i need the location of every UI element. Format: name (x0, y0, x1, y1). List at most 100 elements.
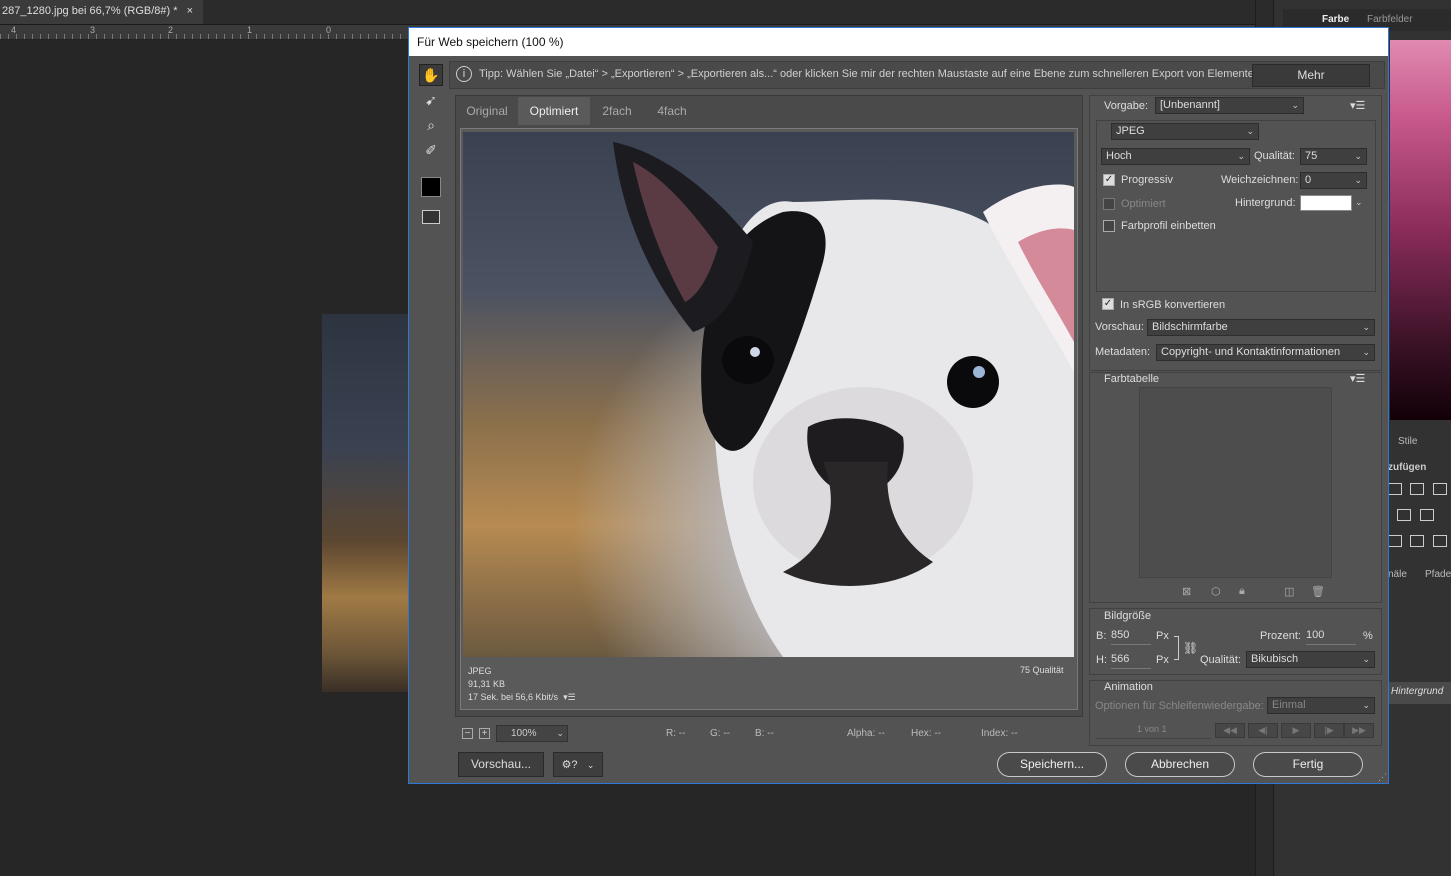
download-speed-menu-icon[interactable]: ▾☰ (561, 692, 576, 702)
gradient-map-adjustment-icon[interactable] (1410, 535, 1424, 547)
hintergrund-color-swatch[interactable] (1300, 195, 1352, 211)
image-info-time: 17 Sek. bei 56,6 Kbit/s ▾☰ (468, 691, 576, 704)
tab-4fach[interactable]: 4fach (645, 97, 699, 125)
levels-adjustment-icon[interactable] (1410, 483, 1424, 495)
width-label: B: (1096, 630, 1107, 642)
new-color-icon[interactable]: ◫ (1284, 585, 1294, 598)
brightness-adjustment-icon[interactable] (1388, 483, 1402, 495)
qualitaet-input[interactable]: 75 ⌄ (1300, 148, 1367, 165)
frame-counter-field: 1 von 1 (1095, 722, 1211, 739)
play-icon[interactable]: ▶ (1281, 723, 1311, 738)
resize-grip-icon[interactable]: ⋰ (1378, 772, 1387, 783)
eyedropper-color-swatch[interactable] (419, 176, 443, 198)
preview-image[interactable] (463, 132, 1074, 657)
compression-dropdown[interactable]: Hoch ⌄ (1101, 148, 1250, 165)
readout-b: B: -- (755, 728, 774, 739)
tab-kanaele[interactable]: näle (1388, 569, 1407, 580)
schleife-label: Optionen für Schleifenwiedergabe: (1095, 700, 1264, 712)
info-icon: i (456, 66, 472, 82)
weichzeichnen-input[interactable]: 0 ⌄ (1300, 172, 1367, 189)
zoom-level-dropdown[interactable]: 100% ⌄ (496, 725, 568, 742)
tab-farbfelder[interactable]: Farbfelder (1367, 14, 1413, 25)
zoom-out-icon[interactable]: − (462, 728, 473, 739)
adjustments-add-label: zufügen (1388, 462, 1427, 473)
percent-unit: % (1363, 630, 1373, 642)
document-tab-close-icon[interactable]: × (187, 5, 193, 17)
invert-adjustment-icon[interactable] (1388, 535, 1402, 547)
farbprofil-checkbox[interactable] (1103, 220, 1115, 232)
layer-name: Hintergrund (1391, 686, 1444, 697)
color-picker-field[interactable] (1390, 40, 1451, 420)
zoom-in-icon[interactable]: + (479, 728, 490, 739)
link-proportions-icon[interactable]: ⛓ (1183, 641, 1198, 655)
resample-dropdown[interactable]: Bikubisch ⌄ (1246, 651, 1375, 668)
tab-stile[interactable]: Stile (1398, 436, 1417, 447)
color-table-area[interactable] (1139, 387, 1332, 578)
curves-adjustment-icon[interactable] (1433, 483, 1447, 495)
chevron-down-icon: ⌄ (1246, 126, 1254, 136)
preset-menu-icon[interactable]: ▾☰ (1350, 99, 1365, 112)
next-frame-icon[interactable]: |▶ (1314, 723, 1344, 738)
hintergrund-label: Hintergrund: (1235, 197, 1296, 209)
resample-qualitaet-label: Qualität: (1200, 654, 1241, 666)
chevron-down-icon: ⌄ (1362, 322, 1370, 332)
web-shift-icon[interactable]: ⬡ (1211, 585, 1221, 598)
metadaten-dropdown[interactable]: Copyright- und Kontaktinformationen ⌄ (1156, 344, 1375, 361)
toggle-slices-icon[interactable] (419, 206, 443, 228)
eyedropper-tool-icon[interactable]: ✐ (419, 139, 443, 161)
qualitaet-value: 75 (1305, 150, 1318, 162)
vorgabe-label: Vorgabe: (1104, 100, 1149, 112)
prozent-input[interactable]: 100 (1306, 627, 1356, 645)
tab-2fach[interactable]: 2fach (591, 97, 643, 125)
tab-optimiert[interactable]: Optimiert (518, 97, 590, 125)
document-tab[interactable]: 287_1280.jpg bei 66,7% (RGB/8#) * × (0, 0, 203, 24)
slice-select-tool-icon[interactable]: ➹ (419, 89, 443, 111)
progressiv-checkbox[interactable]: ✓ (1103, 174, 1115, 186)
ruler-number: 3 (90, 25, 96, 35)
vorgabe-value: [Unbenannt] (1160, 99, 1220, 111)
format-dropdown[interactable]: JPEG ⌄ (1111, 123, 1259, 140)
format-value: JPEG (1116, 125, 1145, 137)
vorgabe-dropdown[interactable]: [Unbenannt] ⌄ (1155, 97, 1304, 114)
schleife-dropdown[interactable]: Einmal ⌄ (1267, 697, 1375, 714)
map-to-transparent-icon[interactable]: ⊠ (1182, 585, 1191, 598)
tab-original[interactable]: Original (457, 97, 517, 125)
vorschau-dropdown[interactable]: Bildschirmfarbe ⌄ (1147, 319, 1375, 336)
lock-color-icon[interactable]: 🔒︎ (1239, 585, 1245, 598)
first-frame-icon[interactable]: ◀◀ (1215, 723, 1245, 738)
last-frame-icon[interactable]: ▶▶ (1344, 723, 1374, 738)
tab-pfade[interactable]: Pfade (1425, 569, 1451, 580)
width-input[interactable]: 850 (1111, 627, 1151, 645)
color-table-menu-icon[interactable]: ▾☰ (1350, 372, 1365, 385)
trash-icon[interactable]: 🗑︎ (1311, 585, 1325, 598)
srgb-checkbox[interactable]: ✓ (1102, 298, 1114, 310)
hand-tool-icon[interactable]: ✋ (419, 64, 443, 86)
black-white-adjustment-icon[interactable] (1397, 509, 1411, 521)
ruler-number: 2 (168, 25, 174, 35)
chevron-down-icon: ⌄ (1362, 347, 1370, 357)
document-tab-title: 287_1280.jpg bei 66,7% (RGB/8#) * (2, 5, 178, 17)
width-unit: Px (1156, 630, 1169, 642)
chevron-down-icon[interactable]: ⌄ (1355, 197, 1363, 208)
tip-text: Tipp: Wählen Sie „Datei“ > „Exportieren“… (479, 68, 1260, 80)
height-input[interactable]: 566 (1111, 651, 1151, 669)
chevron-down-icon: ⌄ (1362, 654, 1370, 664)
farbtabelle-label: Farbtabelle (1104, 373, 1160, 385)
preview-browser-button[interactable]: ⚙? ⌄ (553, 752, 603, 777)
selective-color-adjustment-icon[interactable] (1433, 535, 1447, 547)
resample-value: Bikubisch (1251, 653, 1299, 665)
chevron-down-icon: ⌄ (1354, 151, 1362, 161)
previous-frame-icon[interactable]: ◀| (1248, 723, 1278, 738)
zoom-tool-icon[interactable]: ⌕ (419, 114, 443, 136)
vorschau-button[interactable]: Vorschau... (458, 752, 544, 777)
optimiert-checkbox[interactable] (1103, 198, 1115, 210)
constrain-bracket (1174, 636, 1179, 660)
tab-farbe[interactable]: Farbe (1322, 14, 1349, 25)
ruler-number: 1 (247, 25, 253, 35)
photo-filter-adjustment-icon[interactable] (1420, 509, 1434, 521)
prozent-label: Prozent: (1260, 630, 1301, 642)
mehr-button[interactable]: Mehr (1252, 64, 1370, 87)
fertig-button[interactable]: Fertig (1253, 752, 1363, 777)
abbrechen-button[interactable]: Abbrechen (1125, 752, 1235, 777)
speichern-button[interactable]: Speichern... (997, 752, 1107, 777)
